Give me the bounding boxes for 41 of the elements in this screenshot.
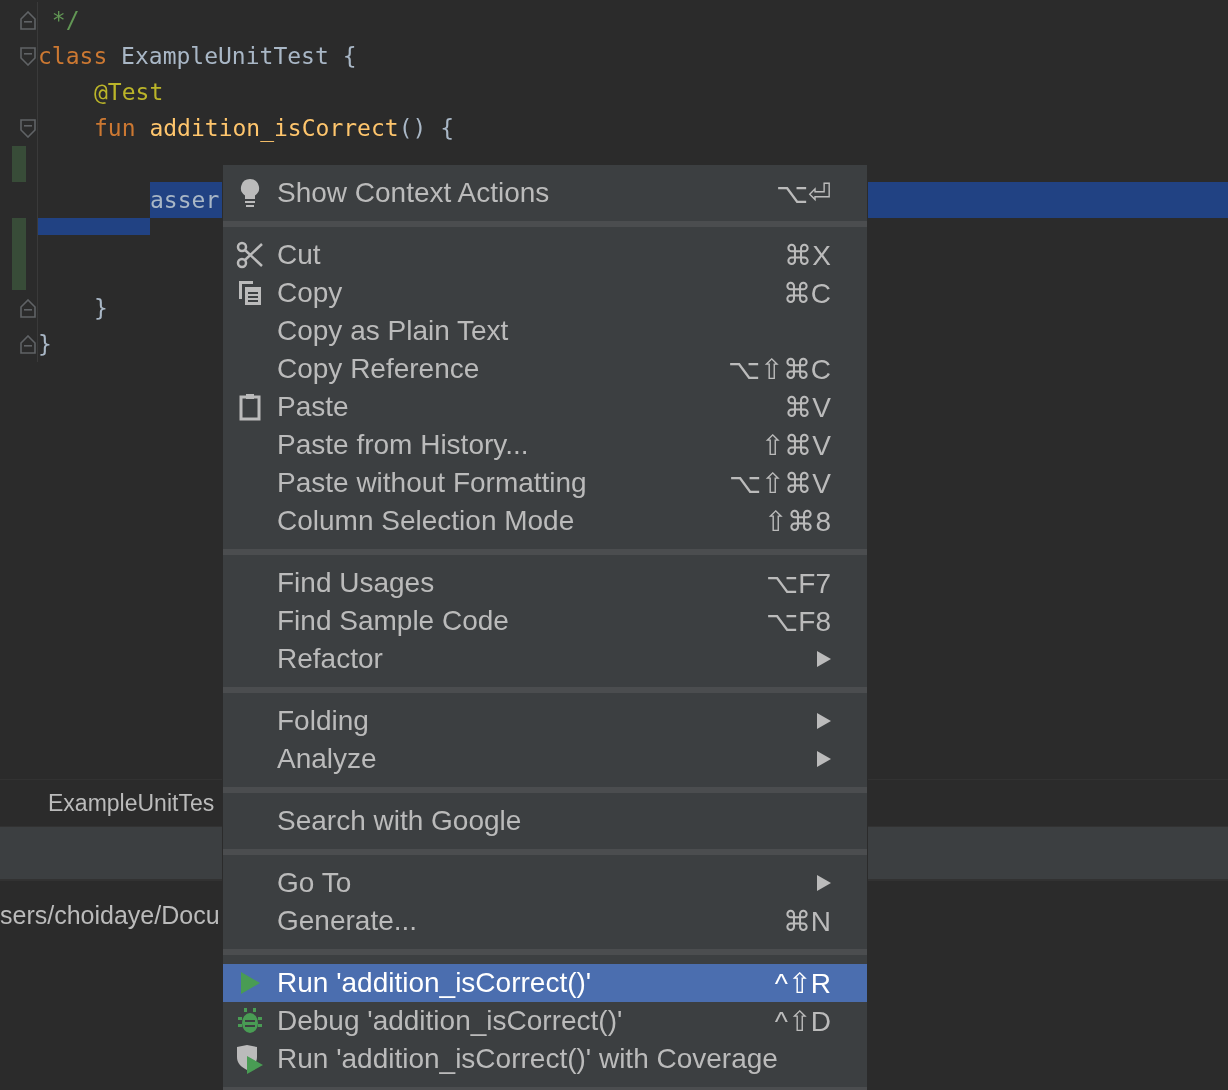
fold-icon[interactable] [20, 299, 36, 318]
fold-icon[interactable] [20, 11, 36, 30]
menu-item[interactable]: Run 'addition_isCorrect()' with Coverage [223, 1040, 867, 1078]
bug-icon [237, 1007, 263, 1035]
code-text: class ExampleUnitTest { [38, 43, 357, 69]
panel-tab[interactable]: ExampleUnitTes [48, 789, 215, 817]
menu-item[interactable]: Show Context Actions ⌥⏎ [223, 174, 867, 212]
scissors-icon [236, 241, 264, 269]
fold-icon[interactable] [20, 47, 36, 66]
code-text: asser [150, 187, 220, 213]
code-text: @Test [94, 79, 164, 105]
menu-item[interactable]: Paste without Formatting ⌥⇧⌘V [223, 464, 867, 502]
lightbulb-icon [239, 178, 261, 208]
code-text: fun addition_isCorrect() { [94, 115, 455, 141]
menu-item[interactable]: Copy as Plain Text [223, 312, 867, 350]
menu-item[interactable]: Generate... ⌘N [223, 902, 867, 940]
code-text: } [94, 295, 108, 321]
console-text: sers/choidaye/Docu [0, 901, 220, 929]
menu-item[interactable]: Paste from History... ⇧⌘V [223, 426, 867, 464]
menu-item[interactable]: Run 'addition_isCorrect()' ^⇧R [223, 964, 867, 1002]
code-text: */ [50, 7, 80, 33]
fold-icon[interactable] [20, 119, 36, 138]
menu-item[interactable]: Analyze [223, 740, 867, 778]
menu-item[interactable]: Debug 'addition_isCorrect()' ^⇧D [223, 1002, 867, 1040]
menu-item[interactable]: Folding [223, 702, 867, 740]
clipboard-icon [239, 393, 261, 421]
shield-play-icon [235, 1044, 265, 1074]
menu-item[interactable]: Find Usages ⌥F7 [223, 564, 867, 602]
menu-item[interactable]: Copy Reference ⌥⇧⌘C [223, 350, 867, 388]
menu-item[interactable]: Go To [223, 864, 867, 902]
menu-item[interactable]: Find Sample Code ⌥F8 [223, 602, 867, 640]
code-text: } [38, 331, 52, 357]
fold-icon[interactable] [20, 335, 36, 354]
copy-icon [237, 279, 263, 307]
menu-item[interactable]: Copy ⌘C [223, 274, 867, 312]
menu-item[interactable]: Cut ⌘X [223, 236, 867, 274]
menu-item[interactable]: Search with Google [223, 802, 867, 840]
play-icon [239, 971, 261, 995]
menu-item[interactable]: Paste ⌘V [223, 388, 867, 426]
menu-item[interactable]: Column Selection Mode ⇧⌘8 [223, 502, 867, 540]
menu-item[interactable]: Refactor [223, 640, 867, 678]
